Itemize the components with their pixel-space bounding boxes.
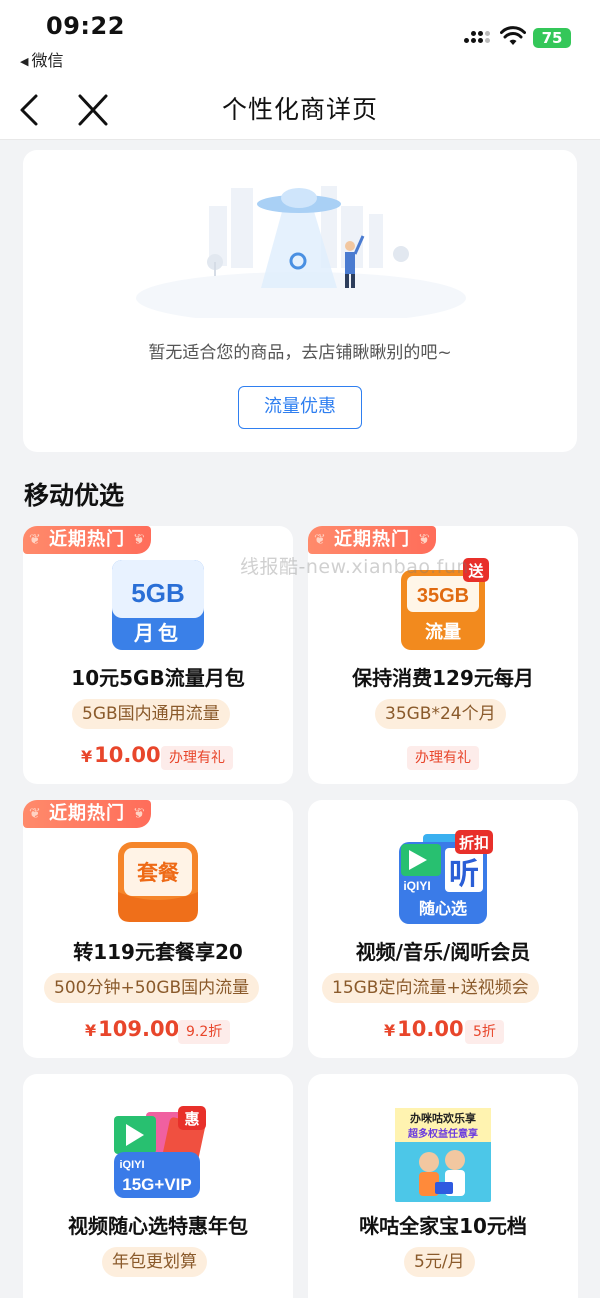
- cellular-signal-icon: [464, 30, 492, 48]
- icon-sub: 流量: [425, 621, 461, 643]
- product-name: 10元5GB流量月包: [71, 666, 245, 690]
- icon-text: 随心选: [419, 899, 467, 918]
- icon-listen: 听: [449, 857, 479, 892]
- icon-sub: 超多权益任意享: [407, 1127, 478, 1140]
- product-badge: 9.2折: [178, 1020, 231, 1044]
- product-card[interactable]: 听 iQIYI 随心选 折扣 视频/音乐/阅听会员 15GB定向流量+送视频会 …: [308, 800, 578, 1058]
- navigation-bar: 个性化商详页: [0, 80, 600, 140]
- hot-tag: 近期热门: [308, 526, 436, 554]
- membership-icon: 听 iQIYI 随心选 折扣: [399, 830, 493, 924]
- status-time: 09:22: [46, 12, 125, 40]
- back-to-app-link[interactable]: ◀ 微信: [20, 47, 63, 71]
- ufo-illustration: [136, 186, 466, 318]
- icon-text: 5GB: [131, 578, 184, 608]
- product-badge: 办理有礼: [407, 746, 479, 770]
- icon-text: 办咪咕欢乐享: [410, 1111, 476, 1125]
- product-tag: 15GB定向流量+送视频会: [322, 973, 539, 1003]
- product-tag: 5GB国内通用流量: [72, 699, 230, 729]
- product-price: ¥10.00: [384, 1017, 464, 1041]
- icon-corner: 折扣: [459, 834, 489, 852]
- product-tag: 5元/月: [404, 1247, 475, 1277]
- empty-state-message: 暂无适合您的商品，去店铺瞅瞅别的吧~: [148, 343, 452, 363]
- product-card[interactable]: 近期热门 套餐 转119元套餐享20 500分钟+50GB国内流量 ¥109.0…: [23, 800, 293, 1058]
- product-card[interactable]: iQIYI 15G+VIP 惠 视频随心选特惠年包 年包更划算: [23, 1074, 293, 1298]
- icon-corner: 惠: [184, 1110, 199, 1128]
- package-icon: 套餐: [118, 842, 198, 922]
- section-title: 移动优选: [24, 481, 125, 510]
- product-tag: 年包更划算: [102, 1247, 207, 1277]
- icon-text: 15G+VIP: [122, 1175, 191, 1194]
- watermark: 线报酷-new.xianbao.fun: [240, 556, 469, 578]
- status-bar: 09:22 ◀ 微信 75: [0, 0, 600, 80]
- wifi-icon: [500, 26, 526, 45]
- product-price: ¥10.00: [81, 743, 161, 767]
- product-tag: 500分钟+50GB国内流量: [44, 973, 260, 1003]
- icon-mid: iQIYI: [403, 879, 430, 893]
- product-badge: 办理有礼: [161, 746, 233, 770]
- icon-sub: 月包: [133, 621, 182, 645]
- product-card[interactable]: 办咪咕欢乐享 超多权益任意享 咪咕全家宝10元档 5元/月: [308, 1074, 578, 1298]
- hot-tag: 近期热门: [23, 800, 151, 828]
- product-name: 视频/音乐/阅听会员: [355, 940, 531, 964]
- back-app-label: 微信: [31, 51, 64, 70]
- hot-tag: 近期热门: [23, 526, 151, 554]
- icon-text: 套餐: [137, 861, 180, 885]
- product-price: ¥109.00: [85, 1017, 180, 1041]
- icon-mid: iQIYI: [119, 1159, 144, 1171]
- icon-corner: 送: [467, 562, 484, 580]
- migu-family-icon: 办咪咕欢乐享 超多权益任意享: [395, 1108, 491, 1202]
- product-name: 保持消费129元每月: [352, 666, 534, 690]
- icon-text: 35GB: [417, 585, 469, 607]
- page-title: 个性化商详页: [221, 95, 378, 124]
- product-name: 转119元套餐享20: [73, 940, 243, 964]
- product-badge: 5折: [465, 1020, 504, 1044]
- traffic-offer-button[interactable]: 流量优惠: [238, 386, 362, 429]
- back-triangle-icon: ◀: [20, 55, 29, 68]
- battery-icon: 75: [533, 28, 571, 48]
- product-tag: 35GB*24个月: [375, 699, 506, 729]
- product-name: 咪咕全家宝10元档: [359, 1214, 527, 1238]
- video-annual-icon: iQIYI 15G+VIP 惠: [114, 1106, 206, 1198]
- empty-state-card: 暂无适合您的商品，去店铺瞅瞅别的吧~ 流量优惠: [23, 150, 577, 452]
- data-plan-icon: 5GB 月包: [112, 560, 204, 650]
- product-name: 视频随心选特惠年包: [68, 1214, 248, 1238]
